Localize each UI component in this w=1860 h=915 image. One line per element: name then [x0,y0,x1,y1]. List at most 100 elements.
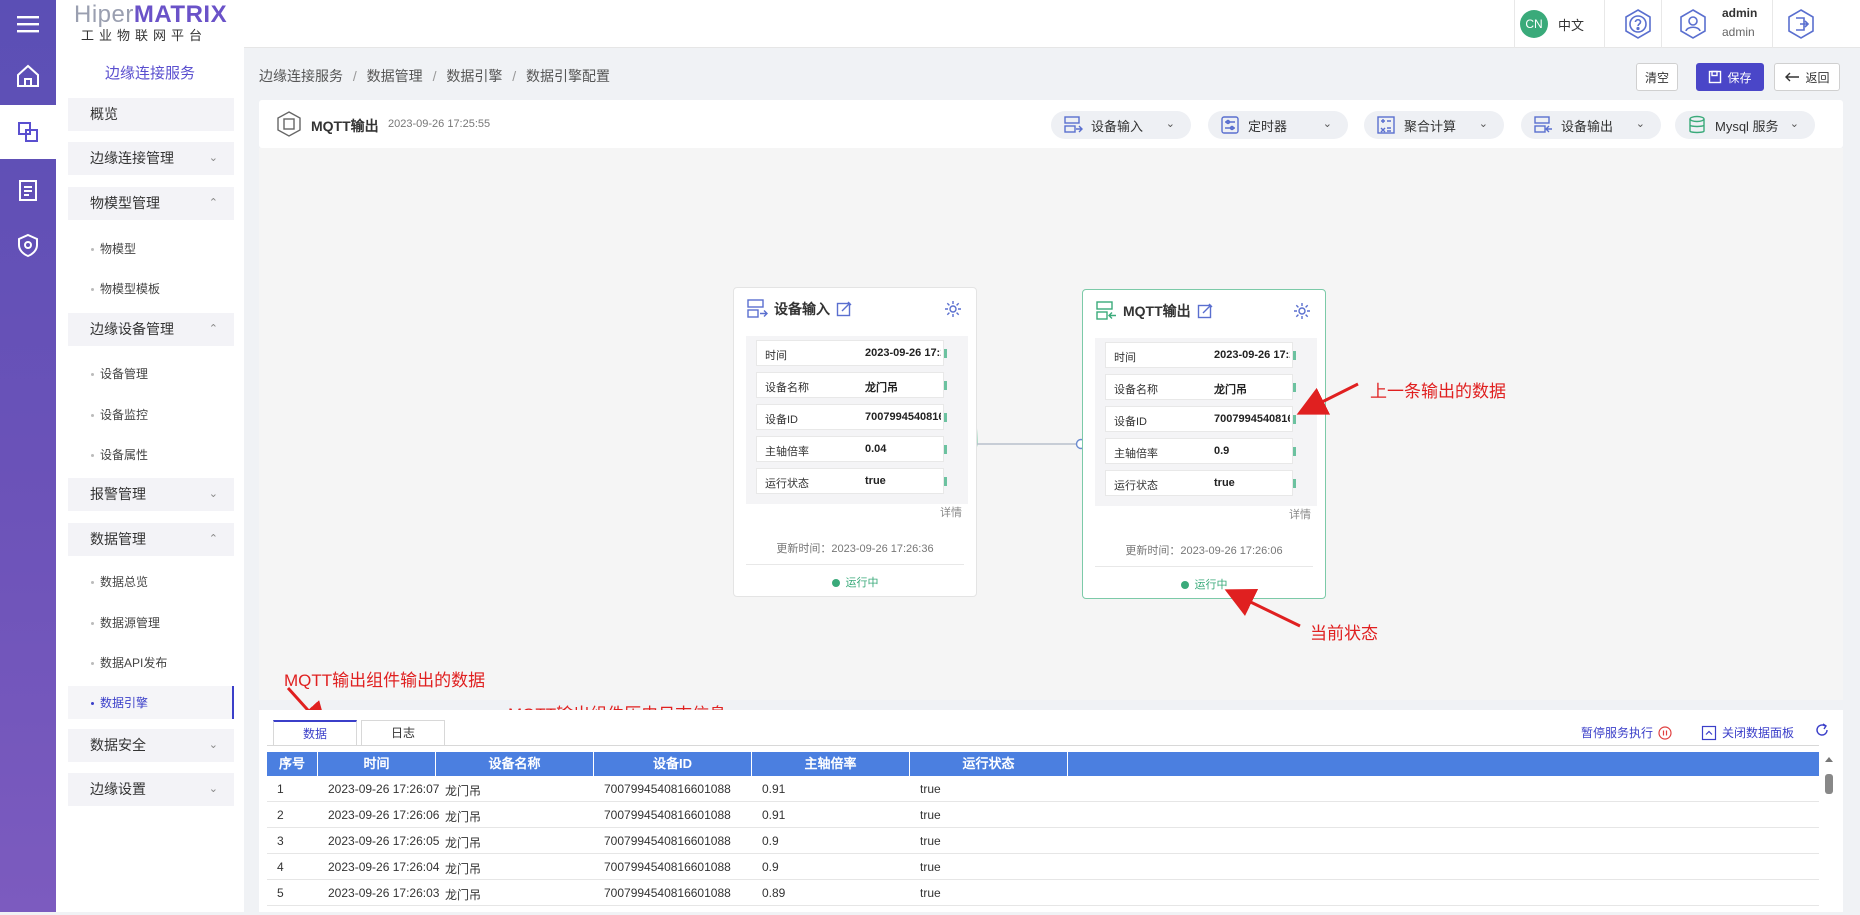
sidebar-item-model-template[interactable]: 物模型模板 [90,281,160,297]
chevron-up-icon: ⌃ [208,533,218,545]
column-header[interactable]: 序号 [267,752,318,776]
chevron-down-icon: ⌄ [208,783,218,795]
gear-icon[interactable] [1293,302,1311,323]
field-row[interactable]: 设备ID7007994540816601088 [756,404,947,430]
sidebar-item-data-engine[interactable]: 数据引擎 [90,695,148,711]
device-input-dropdown[interactable]: 设备输入 ⌄ [1051,111,1191,139]
output-port [944,477,947,486]
aggregate-dropdown[interactable]: 聚合计算 ⌄ [1364,111,1504,139]
table-row[interactable]: 1 2023-09-26 17:26:07 龙门吊 70079945408166010… [267,776,1819,802]
column-header[interactable]: 运行状态 [910,752,1068,776]
save-icon [1709,70,1722,84]
sidebar: 边缘连接服务 概览 边缘连接管理 ⌄ 物模型管理 ⌃ 物模型 物模型模板 边缘设备管… [56,48,244,912]
mysql-service-dropdown[interactable]: Mysql 服务 ⌄ [1675,111,1815,139]
save-button[interactable]: 保存 [1696,63,1764,91]
sidebar-item-data-source[interactable]: 数据源管理 [90,615,160,631]
node-status: 运行中 [1083,576,1325,592]
logout-icon[interactable] [1784,7,1818,44]
table-row[interactable]: 5 2023-09-26 17:26:03 龙门吊 70079945408166010… [267,880,1819,906]
column-header[interactable]: 主轴倍率 [752,752,910,776]
chevron-up-icon: ⌃ [208,323,218,335]
sidebar-item-dev-attr[interactable]: 设备属性 [90,447,148,463]
sidebar-item-alarm[interactable]: 报警管理 ⌄ [68,478,234,511]
field-row[interactable]: 主轴倍率 0.9 [1105,438,1296,464]
field-row[interactable]: 设备名称 龙门吊 [756,372,947,398]
mqtt-node-icon [275,110,303,141]
field-row[interactable]: 运行状态 true [756,468,947,494]
arrow-left-icon [1785,72,1800,82]
device-input-node[interactable]: 设备输入 时间2023-09-26 17:26:36 设备名称龙门吊 设备ID7… [733,287,977,597]
column-header[interactable]: 时间 [318,752,436,776]
sidebar-item-edge-dev[interactable]: 边缘设备管理 ⌃ [68,313,234,346]
sidebar-item-model[interactable]: 物模型 [90,241,136,257]
tab-log[interactable]: 日志 [361,720,445,745]
timer-icon [1221,116,1239,134]
breadcrumb-item[interactable]: 数据管理 [367,68,423,84]
sidebar-item-overview[interactable]: 概览 [68,98,234,131]
back-button[interactable]: 返回 [1774,63,1840,91]
sidebar-item-dev-mgmt[interactable]: 设备管理 [90,366,148,382]
output-port [944,381,947,390]
user-info[interactable]: admin admin [1722,4,1757,42]
gear-icon[interactable] [944,300,962,321]
node-updated-time: 更新时间：2023-09-26 17:26:06 [1125,545,1283,557]
device-output-icon [1534,116,1552,133]
chevron-down-icon: ⌄ [1165,118,1175,130]
column-header[interactable]: 设备ID [594,752,752,776]
breadcrumb: 边缘连接服务 / 数据管理 / 数据引擎 / 数据引擎配置 [259,68,611,84]
mqtt-output-icon [1096,301,1116,320]
timer-dropdown[interactable]: 定时器 ⌄ [1208,111,1348,139]
sidebar-item-dev-monitor[interactable]: 设备监控 [90,407,148,423]
user-role: admin [1722,25,1755,39]
field-row[interactable]: 主轴倍率 0.04 [756,436,947,462]
chevron-down-icon: ⌄ [1478,118,1488,130]
help-icon[interactable] [1621,7,1655,44]
edit-icon[interactable] [1197,303,1213,319]
clear-button[interactable]: 清空 [1636,63,1678,91]
pause-service-button[interactable]: 暂停服务执行 [1581,724,1672,741]
sidebar-item-model-mgmt[interactable]: 物模型管理 ⌃ [68,187,234,220]
column-header[interactable]: 设备名称 [436,752,594,776]
user-avatar-icon[interactable] [1676,7,1710,44]
table-row[interactable]: 2 2023-09-26 17:26:06 龙门吊 70079945408166010… [267,802,1819,828]
refresh-icon[interactable] [1814,722,1830,741]
table-row[interactable]: 4 2023-09-26 17:26:04 龙门吊 70079945408166010… [267,854,1819,880]
table-row[interactable]: 3 2023-09-26 17:26:05 龙门吊 70079945408166010… [267,828,1819,854]
table-scrollbar[interactable] [1822,752,1836,912]
status-dot [831,579,840,587]
node-title: 设备输入 [774,301,830,317]
home-icon[interactable] [0,49,56,103]
sidebar-item-data-api[interactable]: 数据API发布 [90,655,167,671]
sidebar-item-edge-settings[interactable]: 边缘设置 ⌄ [68,773,234,806]
field-row[interactable]: 设备名称 龙门吊 [1105,374,1296,400]
language-switch[interactable]: CN 中文 [1520,10,1584,38]
chevron-up-icon: ⌃ [208,197,218,209]
mqtt-output-node[interactable]: MQTT输出 时间2023-09-26 17:26:06 设备名称龙门吊 设备I… [1082,289,1326,599]
node-updated-time: 更新时间：2023-09-26 17:26:36 [776,543,934,555]
sidebar-item-edge-conn[interactable]: 边缘连接管理 ⌄ [68,142,234,175]
output-port [944,413,947,422]
edit-icon[interactable] [836,301,852,317]
detail-link[interactable]: 详情 [1289,506,1311,522]
sidebar-item-data-overview[interactable]: 数据总览 [90,574,148,590]
device-input-icon [747,299,768,318]
device-output-dropdown[interactable]: 设备输出 ⌄ [1521,111,1661,139]
field-row[interactable]: 运行状态 true [1105,470,1296,496]
node-status: 运行中 [734,574,976,590]
field-row[interactable]: 时间2023-09-26 17:26:06 [1105,342,1296,368]
sidebar-item-data-security[interactable]: 数据安全 ⌄ [68,729,234,762]
breadcrumb-current: 数据引擎配置 [526,68,611,84]
sidebar-item-data-mgmt[interactable]: 数据管理 ⌃ [68,523,234,556]
close-panel-button[interactable]: 关闭数据面板 [1701,724,1794,741]
field-row[interactable]: 设备ID7007994540816601088 [1105,406,1296,432]
field-row[interactable]: 时间2023-09-26 17:26:36 [756,340,947,366]
menu-icon[interactable] [0,0,56,48]
detail-link[interactable]: 详情 [940,504,962,520]
flow-canvas[interactable]: 设备输入 时间2023-09-26 17:26:36 设备名称龙门吊 设备ID7… [259,148,1843,700]
edge-service-icon[interactable] [0,105,56,159]
tab-data[interactable]: 数据 [273,720,357,745]
breadcrumb-item[interactable]: 边缘连接服务 [259,68,343,84]
breadcrumb-item[interactable]: 数据引擎 [446,68,502,84]
document-icon[interactable] [0,163,56,217]
shield-icon[interactable] [0,218,56,272]
